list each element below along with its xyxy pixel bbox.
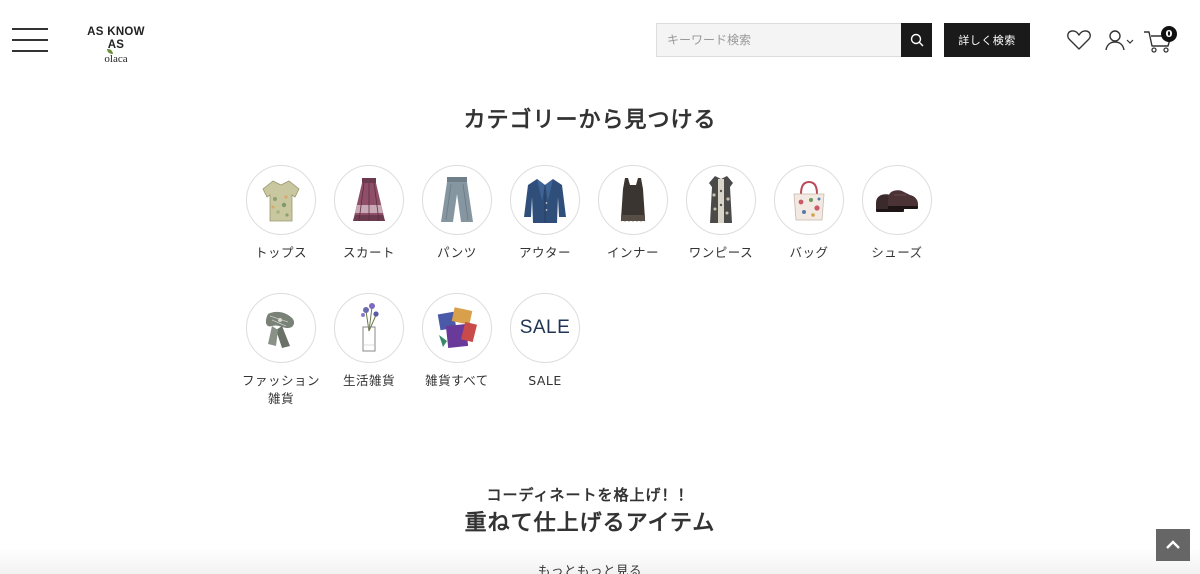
- category-label: パンツ: [437, 245, 477, 260]
- pants-image: [441, 177, 473, 222]
- category-item-life-goods[interactable]: 生活雑貨: [325, 293, 413, 390]
- search-button[interactable]: [901, 23, 932, 57]
- category-item-outer[interactable]: アウター: [501, 165, 589, 262]
- category-label: トップス: [254, 245, 307, 260]
- category-label: スカート: [342, 245, 395, 260]
- coordinate-section-title: 重ねて仕上げるアイテム: [464, 511, 716, 536]
- category-circle: [422, 165, 492, 235]
- category-item-bag[interactable]: バッグ: [765, 165, 853, 262]
- category-label: 生活雑貨: [342, 373, 395, 388]
- category-circle: [246, 293, 316, 363]
- see-more-link[interactable]: もっともっと見る: [0, 560, 1180, 574]
- category-circle: [510, 165, 580, 235]
- category-circle: [598, 165, 668, 235]
- account-user-icon[interactable]: [1104, 28, 1136, 52]
- jacket-image: [524, 179, 566, 223]
- category-section-title: カテゴリーから見つける: [463, 108, 717, 133]
- site-header: AS KNOW AS olaca 詳しく検索 0: [0, 0, 1200, 80]
- category-item-tops[interactable]: トップス: [237, 165, 325, 262]
- category-circle: [246, 165, 316, 235]
- tank-top-image: [620, 178, 646, 222]
- category-item-shoes[interactable]: シューズ: [853, 165, 941, 262]
- category-item-skirt[interactable]: スカート: [325, 165, 413, 262]
- category-circle: [334, 293, 404, 363]
- detail-search-button[interactable]: 詳しく検索: [944, 23, 1030, 57]
- search-box: [656, 23, 902, 57]
- category-item-inner[interactable]: インナー: [589, 165, 677, 262]
- search-input[interactable]: [657, 24, 901, 56]
- favorite-heart-icon[interactable]: [1066, 28, 1092, 52]
- sale-image: SALE: [519, 317, 571, 338]
- category-circle: [334, 165, 404, 235]
- logo-line1: AS KNOW AS: [87, 26, 145, 51]
- category-circle: [422, 293, 492, 363]
- back-to-top-button[interactable]: [1156, 529, 1190, 561]
- category-circle: SALE: [510, 293, 580, 363]
- category-label: インナー: [606, 245, 659, 260]
- scarf-image: [265, 311, 295, 348]
- menu-icon[interactable]: [12, 28, 48, 52]
- category-circle: [862, 165, 932, 235]
- category-item-all-goods[interactable]: 雑貨すべて: [413, 293, 501, 390]
- category-label: バッグ: [789, 245, 829, 260]
- category-label: ファッション雑貨: [241, 373, 320, 406]
- category-label: シューズ: [871, 245, 923, 260]
- coordinate-subtitle: コーディネートを格上げ！！: [486, 486, 694, 504]
- category-item-onepiece[interactable]: ワンピース: [677, 165, 765, 262]
- category-label: アウター: [518, 245, 571, 260]
- category-label: 雑貨すべて: [425, 373, 489, 388]
- skirt-image: [353, 178, 385, 222]
- category-circle: [774, 165, 844, 235]
- shoes-image: [876, 190, 918, 212]
- category-label: SALE: [528, 373, 562, 388]
- category-label: ワンピース: [688, 245, 754, 260]
- dress-image: [709, 176, 733, 223]
- category-item-pants[interactable]: パンツ: [413, 165, 501, 262]
- tote-bag-image: [793, 180, 825, 221]
- cart-count-badge: 0: [1161, 26, 1177, 42]
- search-icon: [910, 33, 923, 47]
- site-logo[interactable]: AS KNOW AS olaca: [80, 26, 152, 65]
- blouse-image: [262, 180, 300, 222]
- logo-line2: olaca: [80, 49, 152, 65]
- category-item-sale[interactable]: SALE SALE: [501, 293, 589, 390]
- chevron-up-icon: [1166, 540, 1180, 549]
- vase-image: [361, 303, 379, 352]
- goods-image: [437, 307, 477, 348]
- category-item-fashion-goods[interactable]: ファッション雑貨: [237, 293, 325, 408]
- category-circle: [686, 165, 756, 235]
